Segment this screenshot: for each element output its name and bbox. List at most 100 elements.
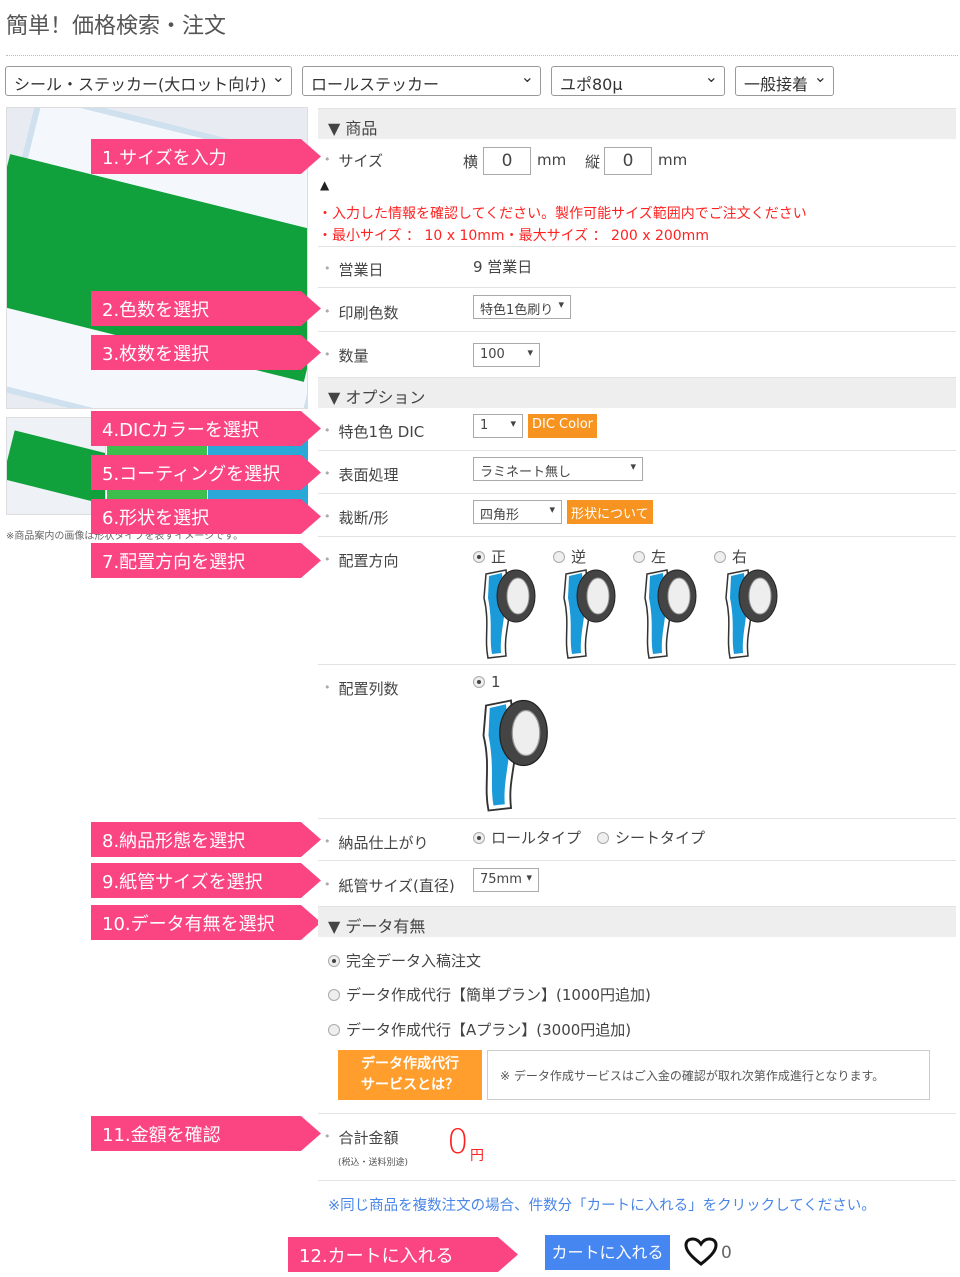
- data-service-button[interactable]: データ作成代行 サービスとは？: [338, 1050, 482, 1100]
- divider: [6, 55, 958, 56]
- dic-color-button[interactable]: DIC Color: [528, 414, 597, 438]
- step-tag: 2.色数を選択: [91, 291, 321, 326]
- divider: [318, 1180, 956, 1181]
- radio-label: 1: [491, 673, 501, 691]
- roll-image: [563, 569, 616, 659]
- step-tag: 7.配置方向を選択: [91, 543, 321, 578]
- delivery-radio[interactable]: シートタイプ: [597, 827, 705, 848]
- radio-label: 左: [651, 548, 667, 566]
- unit: mm: [537, 151, 567, 169]
- quantity-select[interactable]: 100: [473, 343, 540, 367]
- size-range: ・最小サイズ ： 10 x 10mm・最大サイズ ： 200 x 200mm: [318, 228, 709, 244]
- divider: [318, 493, 956, 494]
- direction-radio[interactable]: 左: [633, 546, 666, 567]
- shape-select[interactable]: 四角形: [473, 500, 562, 524]
- direction-radio[interactable]: 正: [473, 546, 506, 567]
- radio[interactable]: [714, 551, 726, 563]
- colors-label: 印刷色数: [324, 302, 399, 323]
- total-unit: 円: [470, 1148, 484, 1164]
- radio[interactable]: [597, 832, 609, 844]
- select-value: 100: [480, 347, 505, 362]
- radio-label: データ作成代行【Aプラン】(3000円追加): [346, 1021, 632, 1039]
- height-input[interactable]: [604, 147, 652, 175]
- step-tag: 10.データ有無を選択: [91, 905, 321, 940]
- quantity-label: 数量: [324, 345, 369, 366]
- select-value: 一般接着: [744, 75, 809, 94]
- step-tag: 3.枚数を選択: [91, 335, 321, 370]
- adhesive-select[interactable]: 一般接着: [735, 66, 834, 96]
- heart-icon[interactable]: [684, 1237, 718, 1267]
- direction-label: 配置方向: [324, 550, 399, 571]
- width-input[interactable]: [483, 147, 531, 175]
- data-service-note: ※ データ作成サービスはご入金の確認が取れ次第作成進行となります。: [487, 1050, 930, 1100]
- add-to-cart-button[interactable]: カートに入れる: [545, 1235, 670, 1270]
- category-select[interactable]: シール・ステッカー(大ロット向け): [5, 66, 292, 96]
- data-radio[interactable]: 完全データ入稿注文: [328, 950, 481, 971]
- radio[interactable]: [473, 832, 485, 844]
- colors-select[interactable]: 特色1色刷り: [473, 295, 571, 319]
- radio[interactable]: [473, 551, 485, 563]
- direction-radio[interactable]: 逆: [553, 546, 586, 567]
- divider: [318, 287, 956, 288]
- radio[interactable]: [328, 1024, 340, 1036]
- section-option: ▼ オプション: [318, 377, 956, 408]
- business-days-value: 9 営業日: [473, 258, 533, 276]
- roll-image: [482, 699, 548, 812]
- step-tag: 12.カートに入れる: [288, 1237, 518, 1272]
- radio[interactable]: [633, 551, 645, 563]
- surface-label: 表面処理: [324, 464, 399, 485]
- shape-info-button[interactable]: 形状について: [567, 500, 653, 524]
- select-value: 75mm: [480, 872, 522, 887]
- step-tag: 4.DICカラーを選択: [91, 411, 321, 446]
- data-radio[interactable]: データ作成代行【Aプラン】(3000円追加): [328, 1019, 631, 1040]
- step-tag: 1.サイズを入力: [91, 139, 321, 174]
- total-sub: (税込・送料別途): [338, 1158, 409, 1168]
- step-tag: 8.納品形態を選択: [91, 822, 321, 857]
- button-line: データ作成代行: [361, 1056, 459, 1072]
- radio-label: 完全データ入稿注文: [346, 952, 482, 970]
- columns-radio[interactable]: 1: [473, 673, 501, 691]
- dic-label: 特色1色 DIC: [324, 421, 425, 442]
- roll-image: [644, 569, 697, 659]
- size-error: ・入力した情報を確認してください。製作可能サイズ範囲内でご注文ください: [318, 206, 807, 222]
- radio[interactable]: [473, 676, 485, 688]
- radio[interactable]: [328, 955, 340, 967]
- dic-select[interactable]: 1: [473, 414, 523, 438]
- divider: [318, 664, 956, 665]
- button-line: サービスとは？: [361, 1077, 459, 1093]
- direction-radio[interactable]: 右: [714, 546, 747, 567]
- section-data: ▼ データ有無: [318, 906, 956, 937]
- select-value: ユポ80μ: [560, 75, 623, 94]
- radio[interactable]: [328, 989, 340, 1001]
- total-label: 合計金額: [324, 1127, 399, 1148]
- step-tag: 11.金額を確認: [91, 1116, 321, 1151]
- height-label: 縦: [585, 153, 601, 171]
- width-label: 横: [463, 153, 479, 171]
- radio[interactable]: [553, 551, 565, 563]
- core-label: 紙管サイズ(直径): [324, 875, 455, 896]
- size-label: サイズ: [324, 150, 384, 171]
- radio-label: 正: [491, 548, 507, 566]
- select-value: 1: [480, 418, 489, 433]
- step-tag: 5.コーティングを選択: [91, 455, 321, 490]
- shape-label: 裁断/形: [324, 507, 389, 528]
- radio-label: ロールタイプ: [491, 829, 582, 847]
- divider: [318, 1113, 956, 1114]
- step-tag: 9.紙管サイズを選択: [91, 863, 321, 898]
- divider: [318, 450, 956, 451]
- roll-image: [483, 569, 536, 659]
- data-radio[interactable]: データ作成代行【簡単プラン】(1000円追加): [328, 984, 651, 1005]
- radio-label: 右: [732, 548, 748, 566]
- type-select[interactable]: ロールステッカー: [302, 66, 541, 96]
- material-select[interactable]: ユポ80μ: [551, 66, 725, 96]
- delivery-label: 納品仕上がり: [324, 832, 429, 853]
- select-value: ロールステッカー: [311, 75, 440, 94]
- select-value: 特色1色刷り: [480, 303, 554, 318]
- divider: [318, 860, 956, 861]
- divider: [318, 331, 956, 332]
- core-select[interactable]: 75mm: [473, 868, 539, 892]
- surface-select[interactable]: ラミネート無し: [473, 457, 643, 481]
- divider: [318, 246, 956, 247]
- multi-order-note: ※同じ商品を複数注文の場合、件数分「カートに入れる」をクリックしてください。: [328, 1198, 876, 1214]
- delivery-radio[interactable]: ロールタイプ: [473, 827, 581, 848]
